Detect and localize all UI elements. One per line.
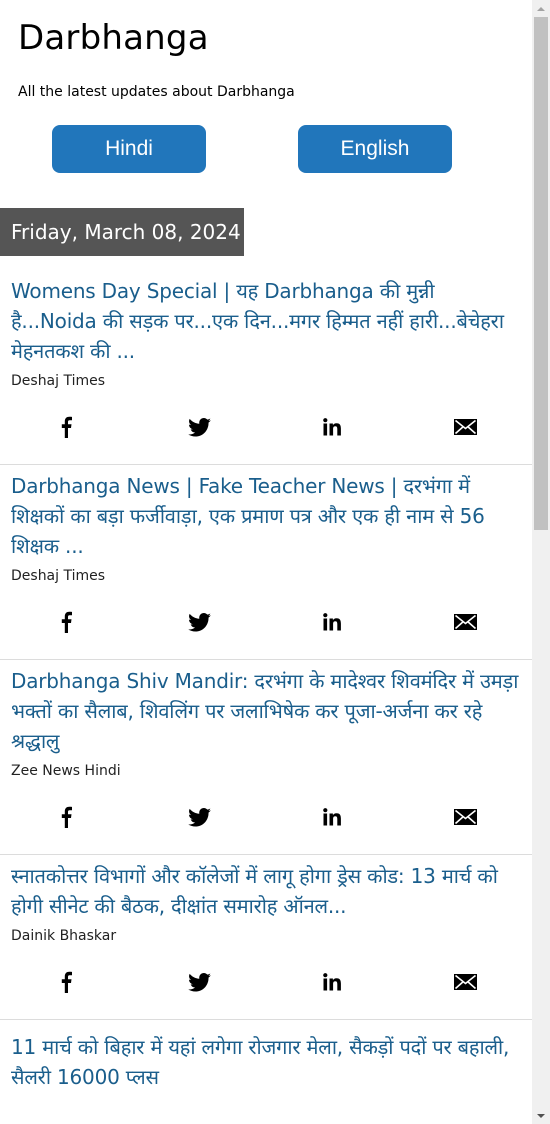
share-email-button[interactable] <box>399 945 532 1019</box>
facebook-icon <box>61 806 72 828</box>
scroll-thumb[interactable] <box>534 17 548 530</box>
article-headline-link[interactable]: Darbhanga News | Fake Teacher News | दरभ… <box>11 465 521 561</box>
news-item: 11 मार्च को बिहार में यहां लगेगा रोजगार … <box>0 1020 532 1092</box>
share-email-button[interactable] <box>399 780 532 854</box>
facebook-icon <box>61 971 72 993</box>
page: Darbhanga All the latest updates about D… <box>0 0 532 1124</box>
article-source: Dainik Bhaskar <box>11 928 117 944</box>
article-headline-link[interactable]: Darbhanga Shiv Mandir: दरभंगा के मादेश्व… <box>11 660 521 756</box>
share-linkedin-button[interactable] <box>266 390 399 464</box>
twitter-icon <box>188 612 211 632</box>
share-bar <box>0 780 532 854</box>
article-source: Deshaj Times <box>11 568 106 584</box>
news-item: स्नातकोत्तर विभागों और कॉलेजों में लागू … <box>0 855 532 1020</box>
english-button[interactable]: English <box>298 125 452 173</box>
share-twitter-button[interactable] <box>133 390 266 464</box>
site-title[interactable]: Darbhanga <box>18 18 209 58</box>
scroll-down-button[interactable] <box>532 1107 550 1124</box>
share-twitter-button[interactable] <box>133 585 266 659</box>
article-headline-link[interactable]: 11 मार्च को बिहार में यहां लगेगा रोजगार … <box>11 1020 521 1092</box>
share-twitter-button[interactable] <box>133 780 266 854</box>
article-source: Zee News Hindi <box>11 763 121 779</box>
share-linkedin-button[interactable] <box>266 585 399 659</box>
share-linkedin-button[interactable] <box>266 945 399 1019</box>
news-item: Womens Day Special | यह Darbhanga की मुन… <box>0 270 532 465</box>
linkedin-icon <box>323 418 342 436</box>
share-facebook-button[interactable] <box>0 780 133 854</box>
share-linkedin-button[interactable] <box>266 780 399 854</box>
article-headline-link[interactable]: Womens Day Special | यह Darbhanga की मुन… <box>11 270 521 366</box>
share-bar <box>0 585 532 659</box>
share-facebook-button[interactable] <box>0 390 133 464</box>
email-icon <box>454 614 477 630</box>
share-facebook-button[interactable] <box>0 585 133 659</box>
hindi-button[interactable]: Hindi <box>52 125 206 173</box>
scroll-up-button[interactable] <box>532 0 550 17</box>
arrow-up-icon <box>537 6 545 11</box>
news-item: Darbhanga News | Fake Teacher News | दरभ… <box>0 465 532 660</box>
email-icon <box>454 809 477 825</box>
share-email-button[interactable] <box>399 585 532 659</box>
share-email-button[interactable] <box>399 390 532 464</box>
date-header: Friday, March 08, 2024 <box>0 208 244 256</box>
share-bar <box>0 390 532 464</box>
twitter-icon <box>188 807 211 827</box>
news-item: Darbhanga Shiv Mandir: दरभंगा के मादेश्व… <box>0 660 532 855</box>
arrow-down-icon <box>537 1113 545 1118</box>
share-bar <box>0 945 532 1019</box>
share-facebook-button[interactable] <box>0 945 133 1019</box>
email-icon <box>454 419 477 435</box>
linkedin-icon <box>323 973 342 991</box>
twitter-icon <box>188 417 211 437</box>
news-feed: Womens Day Special | यह Darbhanga की मुन… <box>0 270 532 1092</box>
linkedin-icon <box>323 808 342 826</box>
share-twitter-button[interactable] <box>133 945 266 1019</box>
facebook-icon <box>61 611 72 633</box>
site-description: All the latest updates about Darbhanga <box>18 84 295 100</box>
vertical-scrollbar[interactable] <box>532 0 550 1124</box>
facebook-icon <box>61 416 72 438</box>
email-icon <box>454 974 477 990</box>
twitter-icon <box>188 972 211 992</box>
article-source: Deshaj Times <box>11 373 106 389</box>
linkedin-icon <box>323 613 342 631</box>
article-headline-link[interactable]: स्नातकोत्तर विभागों और कॉलेजों में लागू … <box>11 855 521 921</box>
